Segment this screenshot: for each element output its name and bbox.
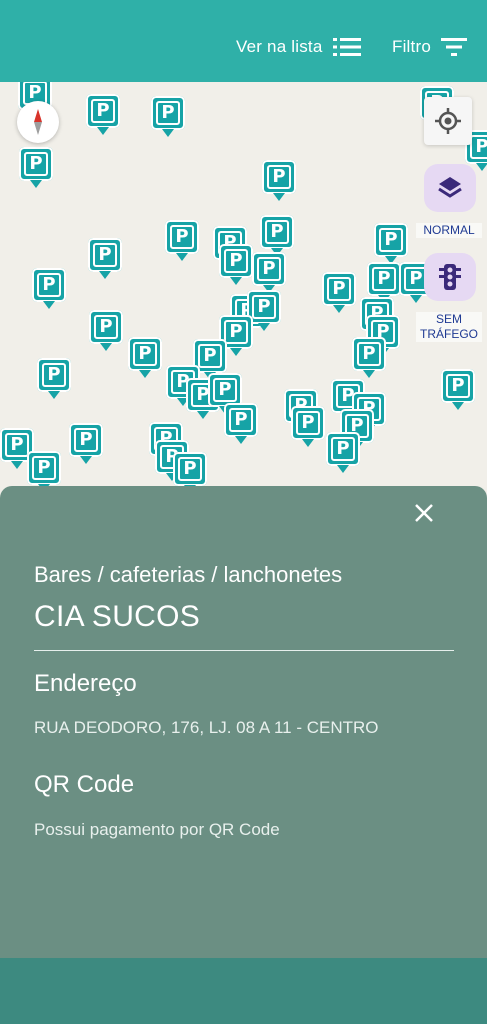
close-icon <box>415 504 433 522</box>
address-heading: Endereço <box>34 670 137 697</box>
view-list-label: Ver na lista <box>236 37 323 56</box>
parking-pin-glyph: P <box>257 257 281 281</box>
traffic-label: SEM TRÁFEGO <box>416 312 482 342</box>
parking-pin-icon[interactable]: P <box>27 451 61 492</box>
parking-pin-icon[interactable]: P <box>88 238 122 279</box>
parking-pin-icon[interactable]: P <box>322 272 356 313</box>
parking-pin-glyph: P <box>93 243 117 267</box>
parking-pin-glyph: P <box>252 295 276 319</box>
parking-pin-icon[interactable]: P <box>262 160 296 201</box>
place-category: Bares / cafeterias / lanchonetes <box>34 562 343 587</box>
parking-pin-icon[interactable]: P <box>165 220 199 261</box>
layers-icon <box>438 177 462 198</box>
traffic-label-line1: SEM <box>435 312 462 326</box>
parking-pin-glyph: P <box>94 315 118 339</box>
parking-pin-icon[interactable]: P <box>89 310 123 351</box>
parking-pin-glyph: P <box>327 277 351 301</box>
parking-pin-glyph: P <box>265 220 289 244</box>
parking-pin-icon[interactable]: P <box>252 252 286 293</box>
parking-pin-glyph: P <box>32 456 56 480</box>
qr-code-heading: QR Code <box>34 771 135 798</box>
parking-pin-glyph: P <box>229 408 253 432</box>
my-location-button[interactable] <box>424 97 472 145</box>
parking-pin-icon[interactable]: P <box>173 452 207 493</box>
parking-pin-glyph: P <box>372 267 396 291</box>
parking-pin-glyph: P <box>170 225 194 249</box>
close-button[interactable] <box>411 500 437 526</box>
parking-pin-glyph: P <box>379 228 403 252</box>
qr-code-value: Possui pagamento por QR Code <box>34 820 280 839</box>
parking-pin-icon[interactable]: P <box>291 406 325 447</box>
parking-pin-icon[interactable]: P <box>260 215 294 256</box>
parking-pin-icon[interactable]: P <box>37 358 71 399</box>
place-detail-sheet: Bares / cafeterias / lanchonetes CIA SUC… <box>0 486 487 1024</box>
traffic-toggle-button[interactable] <box>424 253 476 301</box>
parking-pin-icon[interactable]: P <box>128 337 162 378</box>
filter-label: Filtro <box>392 37 431 56</box>
compass-icon <box>34 109 42 135</box>
parking-pin-glyph: P <box>470 135 487 159</box>
parking-pin-glyph: P <box>24 152 48 176</box>
parking-pin-glyph: P <box>5 433 29 457</box>
parking-pin-glyph: P <box>91 99 115 123</box>
list-icon <box>332 38 361 56</box>
parking-pin-icon[interactable]: P <box>374 223 408 264</box>
parking-pin-glyph: P <box>446 374 470 398</box>
parking-pin-glyph: P <box>74 428 98 452</box>
parking-pin-icon[interactable]: P <box>224 403 258 444</box>
parking-pin-icon[interactable]: P <box>219 244 253 285</box>
parking-pin-icon[interactable]: P <box>151 96 185 137</box>
parking-pin-icon[interactable]: P <box>32 268 66 309</box>
parking-pin-glyph: P <box>213 378 237 402</box>
map-layer-button[interactable] <box>424 164 476 212</box>
filter-button[interactable]: Filtro <box>392 30 467 64</box>
parking-pin-icon[interactable]: P <box>208 373 242 414</box>
parking-pin-glyph: P <box>357 342 381 366</box>
parking-pin-glyph: P <box>156 101 180 125</box>
traffic-light-icon <box>439 264 461 290</box>
top-bar: Ver na lista Filtro <box>0 0 487 82</box>
parking-pin-icon[interactable]: P <box>86 94 120 135</box>
parking-pin-glyph: P <box>224 249 248 273</box>
place-name: CIA SUCOS <box>34 600 201 633</box>
parking-pin-glyph: P <box>267 165 291 189</box>
parking-pin-glyph: P <box>178 457 202 481</box>
parking-pin-glyph: P <box>42 363 66 387</box>
parking-pin-icon[interactable]: P <box>367 262 401 303</box>
view-list-button[interactable]: Ver na lista <box>236 30 361 64</box>
divider <box>34 650 454 651</box>
parking-pin-icon[interactable]: P <box>441 369 475 410</box>
parking-pin-glyph: P <box>224 320 248 344</box>
traffic-label-line2: TRÁFEGO <box>419 327 478 341</box>
parking-pin-icon[interactable]: P <box>69 423 103 464</box>
parking-pin-glyph: P <box>133 342 157 366</box>
parking-pin-icon[interactable]: P <box>19 147 53 188</box>
crosshair-icon <box>435 108 461 134</box>
address-value: RUA DEODORO, 176, LJ. 08 A 11 - CENTRO <box>34 718 379 737</box>
map-layer-label: NORMAL <box>416 223 482 238</box>
parking-pin-glyph: P <box>331 437 355 461</box>
bottom-navigation-bar <box>0 958 487 1024</box>
parking-pin-glyph: P <box>296 411 320 435</box>
compass-button[interactable] <box>17 101 59 143</box>
parking-pin-glyph: P <box>37 273 61 297</box>
parking-pin-glyph: P <box>198 344 222 368</box>
parking-pin-icon[interactable]: P <box>326 432 360 473</box>
filter-icon <box>440 38 467 56</box>
parking-pin-icon[interactable]: P <box>352 337 386 378</box>
